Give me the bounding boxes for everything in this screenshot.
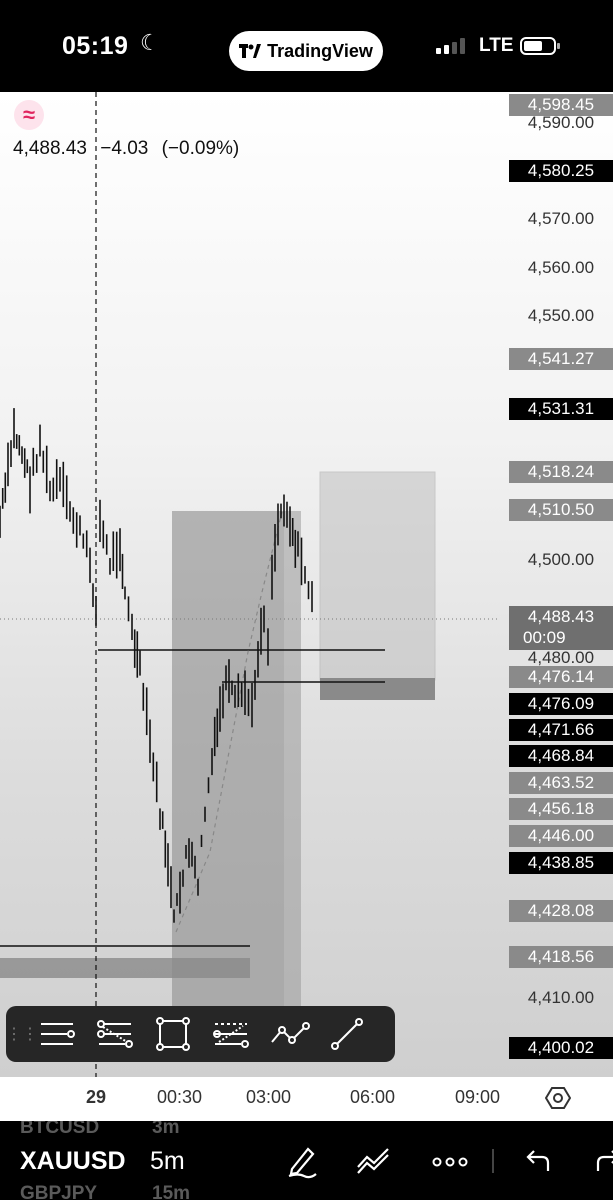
time-tick: 06:00	[350, 1087, 396, 1107]
price-tag: 4,468.84	[509, 745, 613, 767]
pen-draw-icon[interactable]	[284, 1143, 320, 1184]
tradingview-logo-icon	[239, 44, 262, 58]
path-tool-icon[interactable]	[260, 1006, 318, 1062]
price-tag: 4,476.14	[509, 666, 613, 688]
quote-change-pct: (−0.09%)	[161, 138, 240, 159]
chart-settings-icon[interactable]	[544, 1085, 572, 1116]
toolbar-separator	[492, 1149, 494, 1173]
quote-price: 4,488.43	[13, 138, 87, 159]
price-tag: 4,438.85	[509, 852, 613, 874]
price-tick: 4,410.00	[527, 988, 595, 1007]
drawing-toolbar: ⋮⋮	[6, 1006, 395, 1062]
indicators-icon[interactable]	[355, 1143, 393, 1184]
drag-handle-icon[interactable]: ⋮⋮	[6, 1024, 38, 1044]
candlestick-chart[interactable]	[0, 92, 500, 1077]
last-price-tag: 4,488.43 00:09	[509, 606, 613, 650]
symbol-selector[interactable]: XAUUSD	[20, 1147, 126, 1176]
indicator-icon[interactable]: ≈	[14, 100, 44, 130]
price-tag: 4,400.02	[509, 1037, 613, 1059]
rectangle-tool-icon[interactable]	[144, 1006, 202, 1062]
price-tag: 4,510.50	[509, 499, 613, 521]
price-tick: 4,550.00	[527, 306, 595, 325]
network-label: LTE	[479, 35, 514, 56]
status-bar: 05:19 ☾ TradingView LTE	[0, 0, 613, 92]
undo-icon[interactable]	[524, 1143, 554, 1180]
fib-tool-icon[interactable]	[86, 1006, 144, 1062]
signal-icon	[436, 38, 465, 54]
horizontal-lines-tool-icon[interactable]	[28, 1006, 86, 1062]
clock: 05:19	[62, 32, 129, 60]
time-tick: 09:00	[455, 1087, 501, 1107]
ghost-symbol-below: GBPJPY	[20, 1183, 98, 1200]
parallel-channel-tool-icon[interactable]	[202, 1006, 260, 1062]
price-tick: 4,570.00	[527, 209, 595, 228]
price-tag: 4,428.08	[509, 900, 613, 922]
price-tag: 4,598.45	[509, 94, 613, 116]
price-tick: 4,560.00	[527, 258, 595, 277]
zone-rect-inner	[172, 511, 284, 1006]
price-tag: 4,541.27	[509, 348, 613, 370]
quote-change: −4.03	[100, 138, 149, 159]
ghost-timeframe-below: 15m	[152, 1183, 191, 1200]
price-tag: 4,446.00	[509, 825, 613, 847]
price-tag: 4,456.18	[509, 798, 613, 820]
more-options-icon[interactable]	[432, 1155, 468, 1173]
price-tag: 4,476.09	[509, 693, 613, 715]
price-tick: 4,500.00	[527, 550, 595, 569]
timeframe-selector[interactable]: 5m	[150, 1147, 185, 1176]
time-tick: 00:30	[157, 1087, 203, 1107]
time-tick: 29	[86, 1087, 107, 1107]
bar-countdown: 00:09	[523, 628, 566, 647]
redo-icon[interactable]	[592, 1143, 613, 1180]
zone-rect-right[interactable]	[319, 471, 436, 681]
ghost-timeframe-above: 3m	[152, 1121, 180, 1138]
price-tag: 4,580.25	[509, 160, 613, 182]
quote-line: 4,488.43 −4.03 (−0.09%)	[13, 138, 247, 160]
price-tag: 4,518.24	[509, 461, 613, 483]
price-tag: 4,471.66	[509, 719, 613, 741]
moon-icon: ☾	[140, 30, 160, 55]
ghost-symbol-above: BTCUSD	[20, 1121, 100, 1138]
bottom-bar: BTCUSD 3m XAUUSD 5m GBPJPY 15m	[0, 1121, 613, 1200]
app-pill-label: TradingView	[267, 40, 373, 61]
trend-line-tool-icon[interactable]	[318, 1006, 376, 1062]
price-tag: 4,418.56	[509, 946, 613, 968]
price-tag: 4,463.52	[509, 772, 613, 794]
time-axis[interactable]: 29 00:30 03:00 06:00 09:00	[0, 1077, 613, 1121]
price-tag: 4,531.31	[509, 398, 613, 420]
time-tick: 03:00	[246, 1087, 292, 1107]
price-scale[interactable]: 4,590.00 4,570.00 4,560.00 4,550.00 4,50…	[500, 92, 613, 1077]
battery-icon	[520, 37, 560, 55]
last-price-value: 4,488.43	[527, 607, 595, 626]
tradingview-pill[interactable]: TradingView	[229, 31, 383, 71]
zone-rect-bottom	[0, 958, 250, 978]
